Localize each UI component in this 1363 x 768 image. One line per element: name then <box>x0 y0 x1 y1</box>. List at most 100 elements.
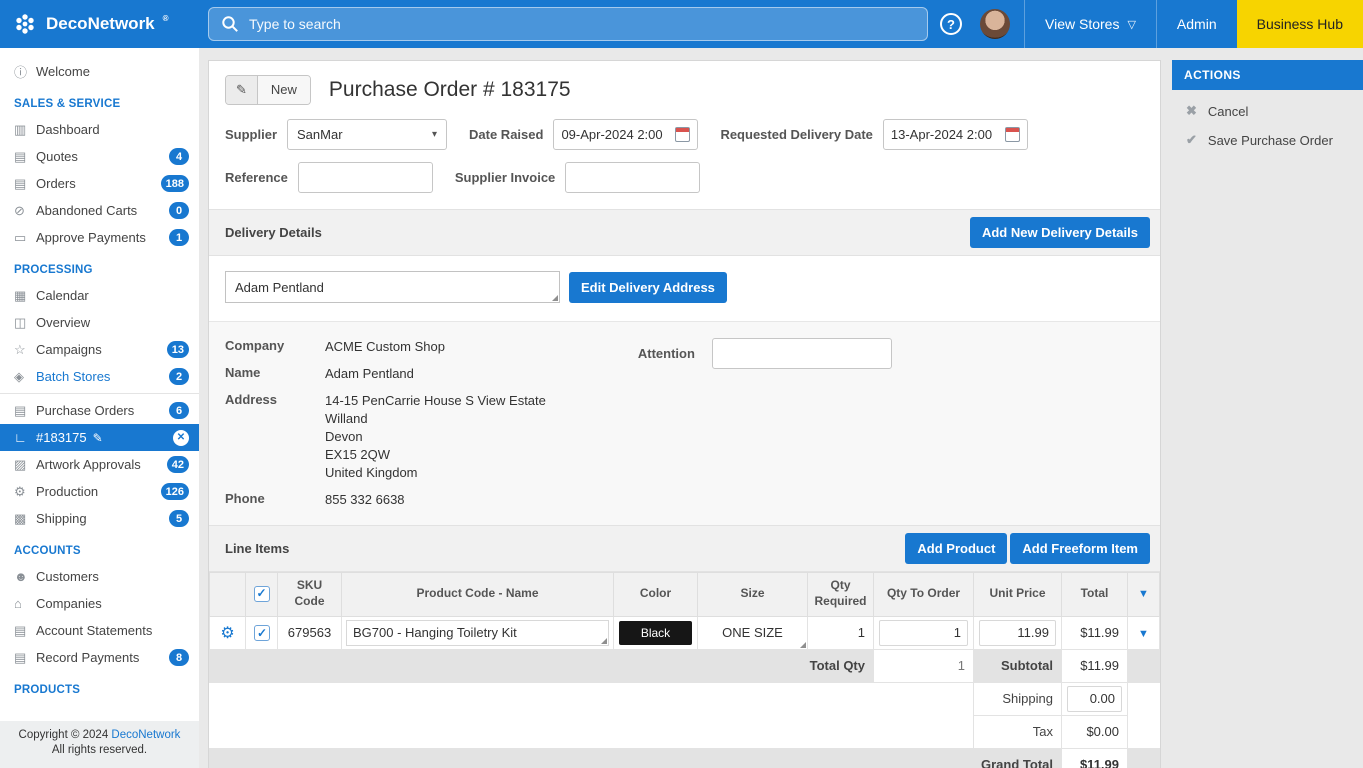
add-freeform-item-button[interactable]: Add Freeform Item <box>1010 533 1150 564</box>
cart-icon: ⊘ <box>14 203 34 219</box>
col-qty-required: Qty Required <box>808 572 874 616</box>
orders-badge: 188 <box>161 175 189 192</box>
brand[interactable]: DecoNetwork® <box>0 11 199 37</box>
sidebar-item-abandoned-carts[interactable]: ⊘ Abandoned Carts 0 <box>0 197 199 224</box>
sidebar-item-dashboard[interactable]: ▥ Dashboard <box>0 116 199 143</box>
section-processing: PROCESSING <box>0 251 199 282</box>
grand-total-value: $11.99 <box>1062 748 1128 768</box>
close-icon[interactable]: ✕ <box>173 430 189 446</box>
brand-mark: ® <box>163 14 169 23</box>
payments-icon: ▤ <box>14 650 34 666</box>
sidebar-item-batch-stores[interactable]: ◈ Batch Stores 2 <box>0 363 199 390</box>
calendar-picker-icon[interactable] <box>1005 127 1020 142</box>
sidebar-item-campaigns[interactable]: ☆ Campaigns 13 <box>0 336 199 363</box>
view-stores-menu[interactable]: View Stores ▽ <box>1024 0 1156 48</box>
row-product-name[interactable]: BG700 - Hanging Toiletry Kit <box>346 620 609 646</box>
col-sku: SKU Code <box>278 572 342 616</box>
po-status-control[interactable]: ✎ New <box>225 75 311 105</box>
x-icon: ✖ <box>1186 103 1197 119</box>
row-size-select[interactable]: ONE SIZE <box>698 616 808 649</box>
row-settings-icon[interactable]: ⚙ <box>220 625 234 642</box>
chart-icon: ▥ <box>14 122 34 138</box>
card-icon: ▭ <box>14 230 34 246</box>
info-icon: ⓘ <box>14 62 34 81</box>
deconetwork-link[interactable]: DecoNetwork <box>111 729 180 741</box>
col-size: Size <box>698 572 808 616</box>
sidebar-item-approve-payments[interactable]: ▭ Approve Payments 1 <box>0 224 199 251</box>
section-products: PRODUCTS <box>0 671 199 702</box>
company-value: ACME Custom Shop <box>325 338 546 356</box>
chevron-down-icon: ▽ <box>1127 18 1135 31</box>
sidebar-item-welcome[interactable]: ⓘ Welcome <box>0 58 199 85</box>
sidebar-item-account-statements[interactable]: ▤ Account Statements <box>0 617 199 644</box>
recipient-select[interactable]: Adam Pentland <box>225 271 560 303</box>
avatar[interactable] <box>980 9 1010 39</box>
sidebar-item-shipping[interactable]: ▩ Shipping 5 <box>0 505 199 532</box>
shipping-label: Shipping <box>974 682 1062 715</box>
select-all-checkbox[interactable]: ✓ <box>254 586 270 602</box>
sidebar-item-overview[interactable]: ◫ Overview <box>0 309 199 336</box>
col-unit-price: Unit Price <box>974 572 1062 616</box>
help-icon[interactable]: ? <box>940 13 962 35</box>
line-items-table: ✓ SKU Code Product Code - Name Color Siz… <box>209 572 1160 768</box>
deconetwork-logo-icon <box>12 11 38 37</box>
date-raised-input[interactable] <box>561 127 669 142</box>
topbar-right: ? View Stores ▽ Admin Business Hub <box>940 0 1363 48</box>
search-input[interactable] <box>249 16 915 32</box>
artwork-approvals-badge: 42 <box>167 456 189 473</box>
company-label: Company <box>225 338 307 353</box>
requested-delivery-field <box>883 119 1028 150</box>
add-product-button[interactable]: Add Product <box>905 533 1007 564</box>
supplier-select[interactable]: SanMar ▾ <box>287 119 447 150</box>
reference-input[interactable] <box>298 162 433 193</box>
sidebar-item-companies[interactable]: ⌂ Companies <box>0 590 199 617</box>
sidebar-item-purchase-orders[interactable]: ▤ Purchase Orders 6 <box>0 397 199 424</box>
row-qty-to-order-input[interactable] <box>879 620 968 646</box>
sidebar-item-quotes[interactable]: ▤ Quotes 4 <box>0 143 199 170</box>
truck-icon: ▩ <box>14 511 34 527</box>
sidebar-item-po-183175[interactable]: ∟ #183175 ✎ ✕ <box>0 424 199 451</box>
line-items-title: Line Items <box>219 541 289 556</box>
person-icon: ☻ <box>14 569 34 584</box>
row-color-select[interactable]: Black <box>619 621 692 645</box>
admin-tab[interactable]: Admin <box>1156 0 1237 48</box>
col-color: Color <box>614 572 698 616</box>
pencil-icon[interactable]: ✎ <box>93 431 103 445</box>
page-title: Purchase Order # 183175 <box>329 78 571 102</box>
calendar-icon: ▦ <box>14 288 34 304</box>
row-expand-icon[interactable]: ▼ <box>1138 628 1149 640</box>
sidebar-footer: Copyright © 2024 DecoNetwork All rights … <box>0 721 199 768</box>
supplier-invoice-label: Supplier Invoice <box>455 170 555 185</box>
sidebar-item-calendar[interactable]: ▦ Calendar <box>0 282 199 309</box>
attention-input[interactable] <box>712 338 892 369</box>
row-checkbox[interactable]: ✓ <box>254 625 270 641</box>
row-qty-required: 1 <box>808 616 874 649</box>
global-search[interactable] <box>208 7 928 41</box>
supplier-invoice-input[interactable] <box>565 162 700 193</box>
row-unit-price-input[interactable] <box>979 620 1056 646</box>
address-value: 14-15 PenCarrie House S View Estate Will… <box>325 392 546 482</box>
edit-delivery-address-button[interactable]: Edit Delivery Address <box>569 272 727 303</box>
sidebar-item-artwork-approvals[interactable]: ▨ Artwork Approvals 42 <box>0 451 199 478</box>
sidebar-item-customers[interactable]: ☻ Customers <box>0 563 199 590</box>
add-delivery-details-button[interactable]: Add New Delivery Details <box>970 217 1150 248</box>
col-qty-to-order: Qty To Order <box>874 572 974 616</box>
edit-status-icon[interactable]: ✎ <box>226 76 258 104</box>
chevron-down-icon: ▾ <box>432 129 437 140</box>
sidebar-item-record-payments[interactable]: ▤ Record Payments 8 <box>0 644 199 671</box>
save-purchase-order-action[interactable]: ✔ Save Purchase Order <box>1172 119 1363 148</box>
requested-delivery-input[interactable] <box>891 127 999 142</box>
business-hub-tab[interactable]: Business Hub <box>1237 0 1363 48</box>
shipping-input[interactable] <box>1067 686 1122 712</box>
sidebar-item-orders[interactable]: ▤ Orders 188 <box>0 170 199 197</box>
sidebar-item-production[interactable]: ⚙ Production 126 <box>0 478 199 505</box>
calendar-picker-icon[interactable] <box>675 127 690 142</box>
line-items-bar: Line Items Add Product Add Freeform Item <box>209 525 1160 572</box>
total-qty-value: 1 <box>874 649 974 682</box>
approve-payments-badge: 1 <box>169 229 189 246</box>
check-icon: ✔ <box>1186 132 1197 148</box>
cancel-action[interactable]: ✖ Cancel <box>1172 90 1363 119</box>
statement-icon: ▤ <box>14 623 34 639</box>
expand-all-icon[interactable]: ▼ <box>1138 588 1149 600</box>
subtotal-value: $11.99 <box>1062 649 1128 682</box>
